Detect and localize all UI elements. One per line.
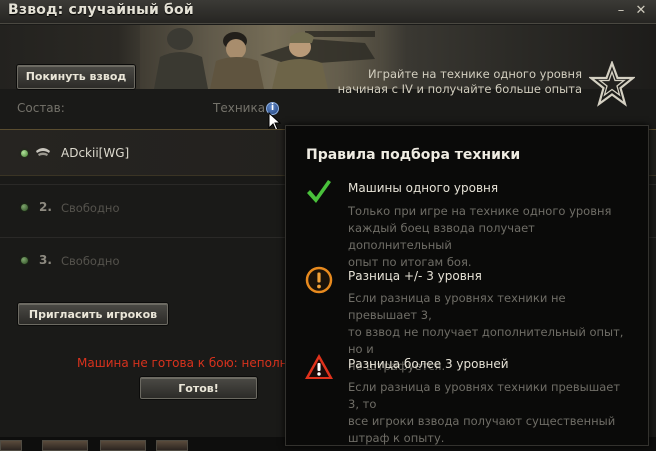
player-rank-icon — [36, 148, 50, 156]
vehicle-thumbnail[interactable] — [100, 440, 146, 451]
composition-label: Состав: — [17, 101, 65, 115]
vehicle-thumbnail[interactable] — [0, 440, 22, 451]
rule-heading: Машины одного уровня — [348, 181, 499, 195]
leave-platoon-button[interactable]: Покинуть взвод — [17, 65, 135, 89]
slot-free-label: Свободно — [61, 254, 120, 268]
tooltip-title: Правила подбора техники — [306, 147, 521, 163]
minimize-button[interactable]: – — [614, 4, 628, 18]
vehicles-label: Техника — [213, 101, 266, 115]
promo-text: Играйте на технике одного уровня начиная… — [322, 67, 582, 97]
rule-line: все игроки взвода получают существенный — [348, 414, 616, 428]
slot-number: 2. — [39, 200, 52, 214]
slot-free-label: Свободно — [61, 201, 120, 215]
invite-players-button[interactable]: Пригласить игроков — [18, 303, 168, 325]
rule-description: Если разница в уровнях техники превышает… — [348, 379, 634, 447]
slot-indicator-icon — [21, 204, 28, 211]
title-bar[interactable]: Взвод: случайный бой – ✕ — [0, 0, 656, 24]
rule-line: Только при игре на технике одного уровня — [348, 204, 612, 218]
window-title: Взвод: случайный бой — [8, 2, 194, 18]
rule-line: то взвод не получает дополнительный опыт… — [348, 325, 624, 356]
star-emblem-icon — [589, 61, 635, 107]
checkmark-icon — [307, 180, 331, 203]
close-button[interactable]: ✕ — [634, 4, 648, 18]
rule-line: Если разница в уровнях техники не превыш… — [348, 291, 566, 322]
not-ready-warning: Машина не готова к бою: неполный эк — [77, 356, 287, 370]
matchmaking-rules-tooltip: Правила подбора техники Машины одного ур… — [285, 125, 649, 446]
ready-indicator-icon — [21, 150, 28, 157]
exclamation-circle-icon — [305, 266, 333, 294]
promo-line-2: начиная с IV и получайте больше опыта — [337, 82, 582, 96]
rule-heading: Разница +/- 3 уровня — [348, 269, 482, 283]
rule-line: Если разница в уровнях техники превышает… — [348, 380, 621, 411]
warning-triangle-icon — [305, 354, 333, 379]
slot-number: 3. — [39, 253, 52, 267]
rule-line: каждый боец взвода получает дополнительн… — [348, 221, 535, 252]
vehicle-thumbnail[interactable] — [42, 440, 88, 451]
slot-indicator-icon — [21, 257, 28, 264]
vehicle-thumbnail[interactable] — [156, 440, 188, 451]
rule-line: штраф к опыту. — [348, 431, 445, 445]
rule-description: Только при игре на технике одного уровня… — [348, 203, 634, 271]
promo-line-1: Играйте на технике одного уровня — [368, 67, 582, 81]
rule-heading: Разница более 3 уровней — [348, 357, 509, 371]
player-name: ADckii[WG] — [61, 146, 130, 160]
ready-button[interactable]: Готов! — [140, 377, 257, 399]
platoon-banner: Покинуть взвод Играйте на технике одного… — [0, 25, 656, 107]
